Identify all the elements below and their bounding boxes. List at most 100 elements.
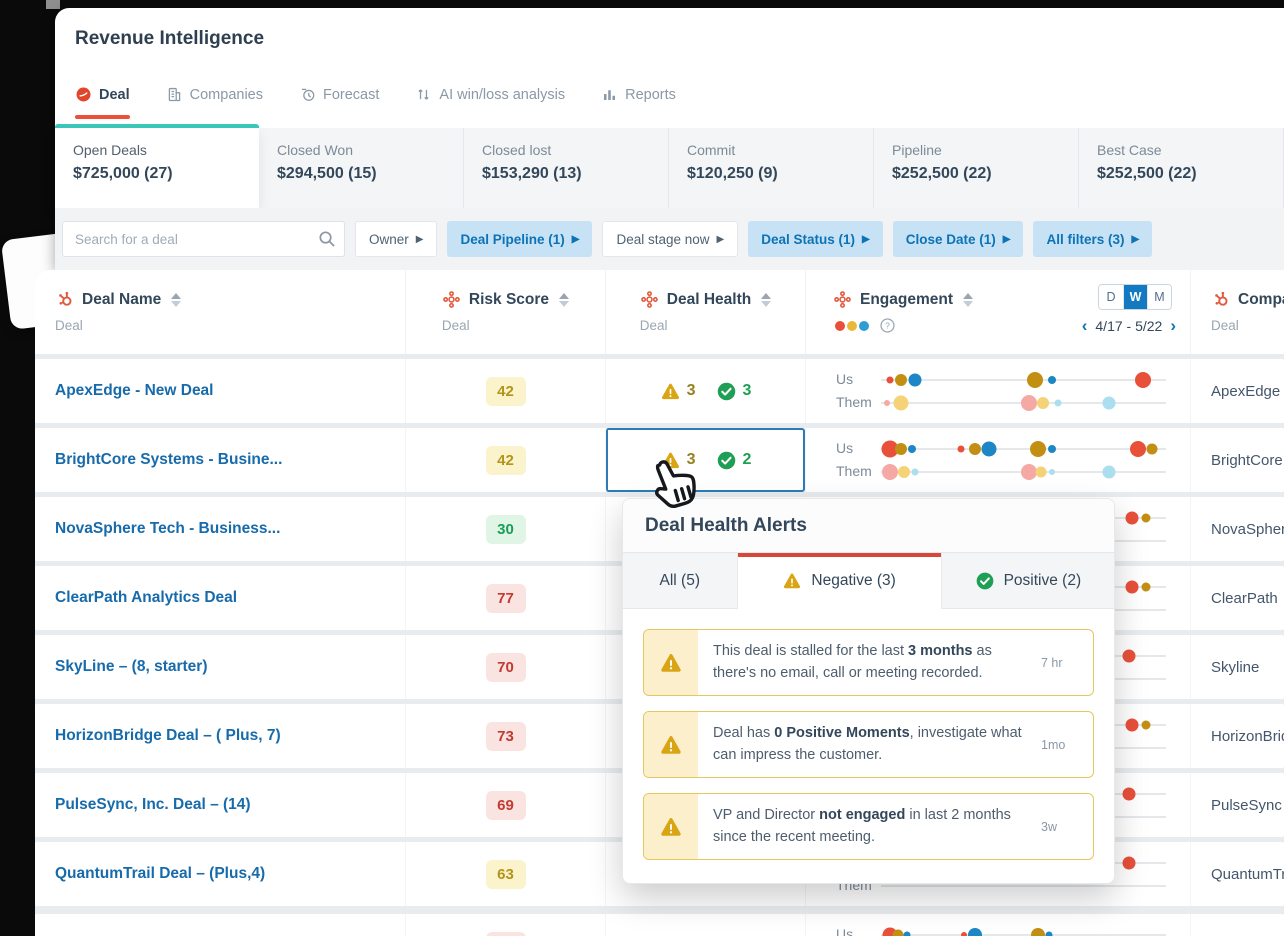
sort-arrows-icon[interactable] bbox=[761, 293, 771, 307]
column-header-company[interactable]: Company Deal bbox=[1190, 270, 1284, 354]
column-label: Risk Score bbox=[469, 291, 549, 309]
sort-arrows-icon[interactable] bbox=[559, 293, 569, 307]
filter-chip-close-date-1-[interactable]: Close Date (1)▶ bbox=[893, 221, 1024, 257]
nav-tab-forecast[interactable]: Forecast bbox=[299, 86, 379, 103]
risk-score-badge: 69 bbox=[486, 791, 526, 820]
column-label: Engagement bbox=[860, 291, 953, 309]
deal-name-link[interactable]: NovaSphere Tech - Business... bbox=[35, 497, 405, 561]
company-cell: Skyline bbox=[1190, 635, 1284, 699]
period-toggle: DWM bbox=[1098, 284, 1172, 310]
next-date-icon[interactable]: › bbox=[1170, 317, 1176, 334]
summary-tile-closed-won[interactable]: Closed Won $294,500 (15) bbox=[259, 128, 464, 208]
deal-name-link[interactable]: SkyLine – (8, starter) bbox=[35, 635, 405, 699]
summary-tile-value: $153,290 (13) bbox=[482, 165, 650, 183]
negative-alerts-group[interactable]: 3 bbox=[660, 381, 696, 402]
engagement-dot bbox=[1021, 395, 1037, 411]
engagement-dot bbox=[1046, 932, 1053, 936]
risk-score-cell: 42 bbox=[405, 428, 605, 492]
popover-tab-all-5-[interactable]: All (5) bbox=[623, 553, 738, 609]
deal-name-link[interactable]: ApexEdge - New Deal bbox=[35, 359, 405, 423]
deal-name-link[interactable]: QuantumTrail Deal – (Plus,4) bbox=[35, 842, 405, 906]
column-header-deal-health[interactable]: Deal Health Deal bbox=[605, 270, 805, 354]
summary-tile-best-case[interactable]: Best Case$252,500 (22) bbox=[1079, 128, 1284, 208]
risk-score-cell: 73 bbox=[405, 704, 605, 768]
summary-tile-commit[interactable]: Commit$120,250 (9) bbox=[669, 128, 874, 208]
negative-alerts-group[interactable]: 3 bbox=[660, 450, 696, 471]
period-toggle-w[interactable]: W bbox=[1123, 285, 1147, 309]
popover-tab-negative-3-[interactable]: Negative (3) bbox=[738, 553, 942, 609]
chevron-right-icon: ▶ bbox=[862, 234, 870, 245]
risk-score-badge: 63 bbox=[486, 860, 526, 889]
deal-name-link[interactable]: HorizonBridge Deal – ( Plus, 7) bbox=[35, 704, 405, 768]
filter-chip-all-filters-3-[interactable]: All filters (3)▶ bbox=[1033, 221, 1152, 257]
engagement-dot bbox=[969, 443, 981, 455]
deal-name-text: HorizonBridge Deal – ( Plus, 7) bbox=[55, 727, 281, 745]
background-notch bbox=[46, 0, 60, 9]
popover-tab-label: Negative (3) bbox=[811, 572, 895, 590]
engagement-dot bbox=[1027, 372, 1043, 388]
summary-tile-label: Closed Won bbox=[277, 142, 445, 158]
column-header-risk-score[interactable]: Risk Score Deal bbox=[405, 270, 605, 354]
search-input[interactable] bbox=[62, 221, 345, 257]
engagement-them-label: Them bbox=[836, 394, 872, 410]
nav-tab-label: AI win/loss analysis bbox=[439, 87, 565, 103]
column-sublabel: Deal bbox=[442, 318, 470, 333]
warning-icon bbox=[659, 651, 683, 675]
summary-tile-closed-lost[interactable]: Closed lost$153,290 (13) bbox=[464, 128, 669, 208]
nav-tab-label: Forecast bbox=[323, 87, 379, 103]
alert-timestamp: 1mo bbox=[1041, 712, 1093, 777]
alert-stripe bbox=[644, 712, 698, 777]
positive-alerts-group[interactable]: 3 bbox=[716, 381, 752, 402]
nav-tab-deal[interactable]: Deal bbox=[75, 86, 130, 103]
engagement-us-line: Us bbox=[806, 437, 1190, 460]
column-sublabel: Deal bbox=[640, 318, 668, 333]
engagement-cell: Us Them bbox=[805, 428, 1190, 492]
engagement-dot bbox=[1146, 444, 1157, 455]
nav-tab-reports[interactable]: Reports bbox=[601, 86, 676, 103]
engagement-dot bbox=[1122, 857, 1135, 870]
popover-tab-positive-2-[interactable]: Positive (2) bbox=[942, 553, 1114, 609]
column-sublabel: Deal bbox=[55, 318, 405, 333]
deal-name-text: ApexEdge - New Deal bbox=[55, 382, 214, 400]
legend-dot bbox=[859, 321, 869, 331]
filter-chip-deal-stage-now[interactable]: Deal stage now▶ bbox=[602, 221, 738, 257]
deal-name-link[interactable]: PulseSync, Inc. Deal – (14) bbox=[35, 773, 405, 837]
engagement-timeline bbox=[881, 391, 1166, 414]
sort-arrows-icon[interactable] bbox=[963, 293, 973, 307]
companies-icon bbox=[166, 86, 183, 103]
filter-chip-owner[interactable]: Owner▶ bbox=[355, 221, 437, 257]
filter-chip-deal-status-1-[interactable]: Deal Status (1)▶ bbox=[748, 221, 882, 257]
company-cell: ApexEdge bbox=[1190, 359, 1284, 423]
hubspot-sprocket-icon bbox=[1211, 290, 1230, 309]
company-name: HorizonBridge bbox=[1211, 728, 1284, 745]
search-icon bbox=[317, 229, 336, 248]
engagement-them-label: Them bbox=[836, 463, 872, 479]
company-cell: NovaSphere bbox=[1190, 497, 1284, 561]
engagement-dot bbox=[909, 374, 922, 387]
period-toggle-d[interactable]: D bbox=[1099, 285, 1123, 309]
filter-chip-deal-pipeline-1-[interactable]: Deal Pipeline (1)▶ bbox=[447, 221, 592, 257]
property-flower-icon bbox=[442, 290, 461, 309]
prev-date-icon[interactable]: ‹ bbox=[1082, 317, 1088, 334]
negative-count: 3 bbox=[687, 382, 696, 400]
deal-health-cell[interactable]: 32 bbox=[605, 428, 805, 492]
deal-name-link[interactable]: ClearPath Analytics Deal bbox=[35, 566, 405, 630]
column-header-engagement[interactable]: Engagement ? DWM ‹ 4/17 - 5/22 › bbox=[805, 270, 1190, 354]
nav-tab-companies[interactable]: Companies bbox=[166, 86, 263, 103]
period-toggle-m[interactable]: M bbox=[1147, 285, 1171, 309]
column-header-deal-name[interactable]: Deal Name Deal bbox=[35, 270, 405, 354]
deal-name-link[interactable]: BrightCore Systems - Busine... bbox=[35, 428, 405, 492]
deal-name-link[interactable] bbox=[35, 914, 405, 936]
positive-alerts-group[interactable]: 2 bbox=[716, 450, 752, 471]
sort-arrows-icon[interactable] bbox=[171, 293, 181, 307]
summary-tile-value: $294,500 (15) bbox=[277, 165, 445, 183]
summary-tile-open-deals[interactable]: Open Deals$725,000 (27) bbox=[55, 128, 259, 208]
company-name: NovaSphere bbox=[1211, 521, 1284, 538]
deal-health-cell[interactable]: 33 bbox=[605, 359, 805, 423]
nav-tab-ai-win-loss-analysis[interactable]: AI win/loss analysis bbox=[415, 86, 565, 103]
deal-name-text: PulseSync, Inc. Deal – (14) bbox=[55, 796, 251, 814]
popover-tab-label: Positive (2) bbox=[1004, 572, 1082, 590]
summary-tile-pipeline[interactable]: Pipeline$252,500 (22) bbox=[874, 128, 1079, 208]
deal-health-cell[interactable] bbox=[605, 914, 805, 936]
engagement-timeline bbox=[881, 368, 1166, 391]
